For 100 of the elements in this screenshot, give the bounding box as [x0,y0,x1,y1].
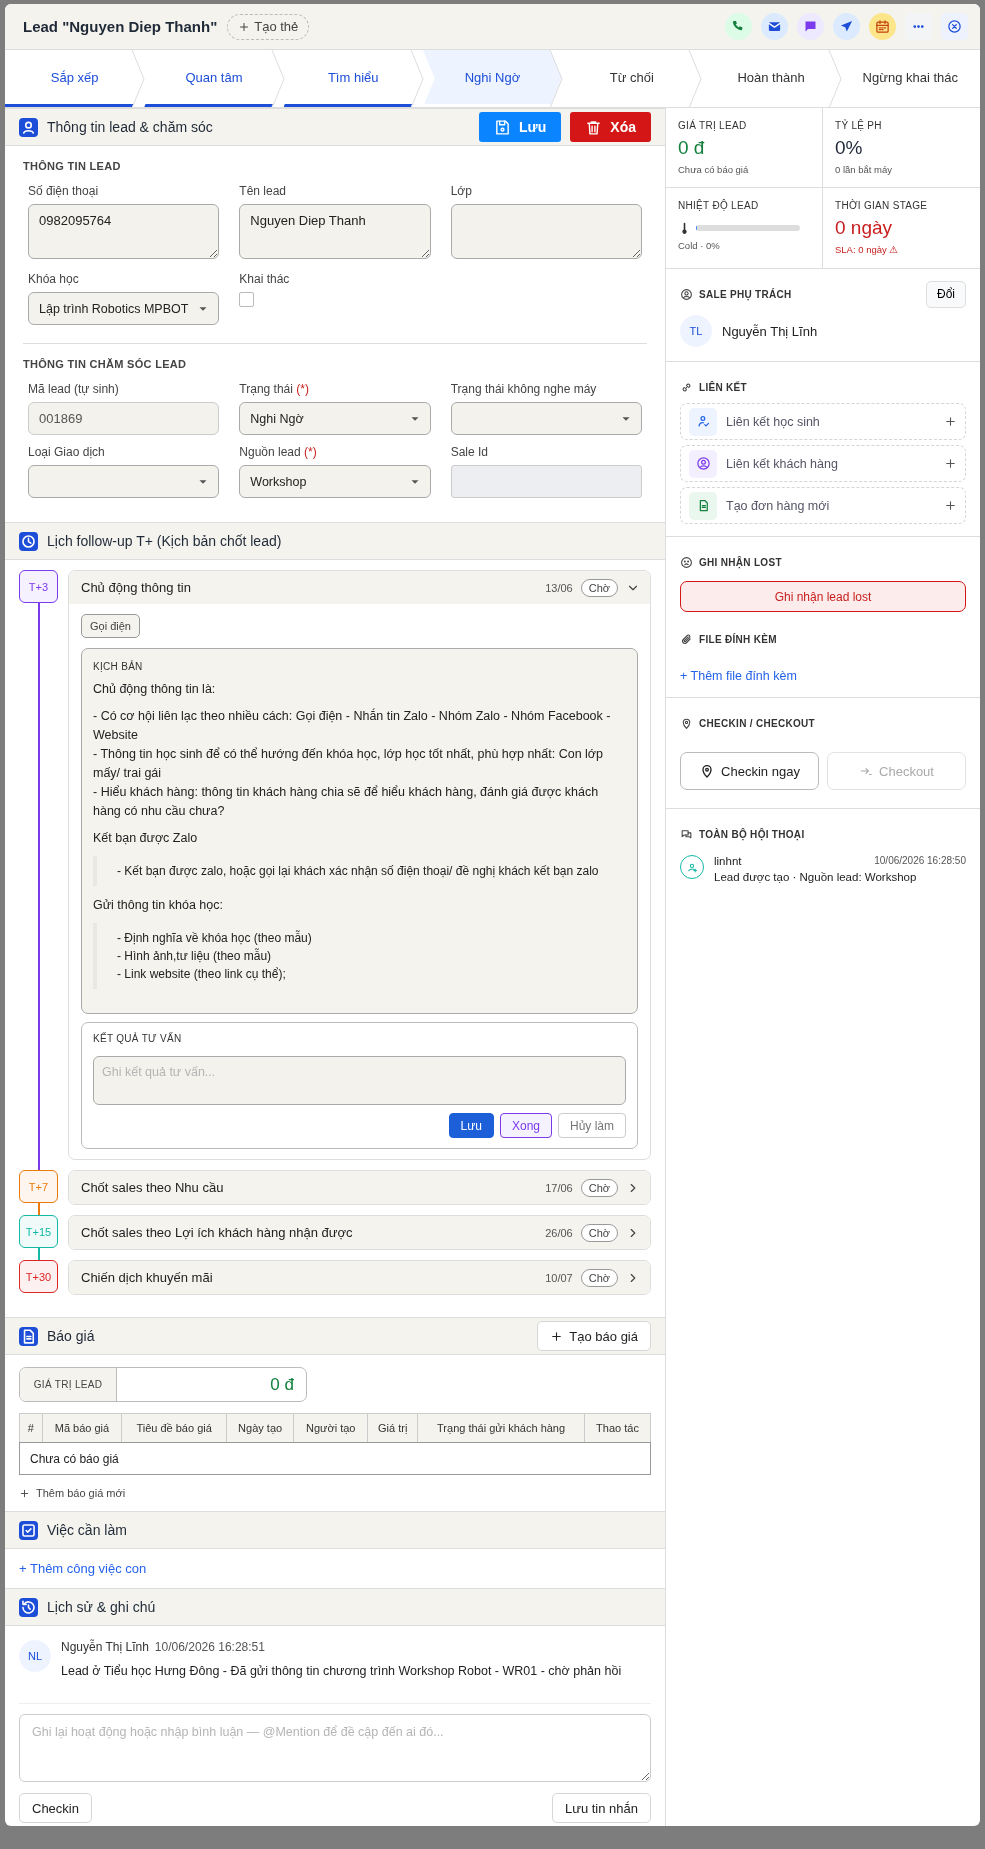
phone-button[interactable] [725,13,752,40]
script-text: Gửi thông tin khóa học: [93,897,224,914]
panel-label: KỊCH BẢN [93,661,144,672]
mail-button[interactable] [761,13,788,40]
field-label: Trạng thái không nghe máy [450,382,598,396]
empty-message: Chưa có báo giá [19,1442,651,1475]
section-heading: GHI NHẬN LOST [699,556,782,568]
stat-note: SLA: 0 ngày ⚠ [835,244,900,255]
history-icon [19,1597,38,1617]
section-title: Việc cần làm [47,1522,127,1538]
calendar-button[interactable] [869,13,896,40]
document-icon [19,1326,38,1346]
link-item[interactable]: Liên kết học sinh [680,403,966,440]
step-title: Chốt sales theo Nhu cầu [81,1180,225,1195]
select-field[interactable]: Lập trình Robotics MPBOT [28,292,220,325]
step-date: 13/06 [545,581,573,594]
comment-field[interactable]: Ghi lại hoạt động hoặc nhập bình luận — @Mention để đề cập đến ai đó... [19,1714,651,1782]
stat-label: GIÁ TRỊ LEAD [678,120,748,131]
stage-tab[interactable]: Nghi Ngờ [422,50,563,107]
cancel-button[interactable]: Hủy làm [558,1113,626,1138]
save-button[interactable]: Lưu [479,112,562,142]
timeline-line [37,1248,40,1260]
stat-label: THỜI GIAN STAGE [835,200,929,211]
location-pin-icon [680,716,693,730]
status-badge: Chờ [580,1223,618,1242]
stat-note: 0 lần bắt máy [835,164,894,175]
script-text: Kết bạn được Zalo [93,830,199,847]
save-button[interactable]: Lưu [448,1113,494,1138]
step-header[interactable]: Chủ động thông tin 13/06 Chờ [69,571,650,604]
result-field[interactable]: Ghi kết quả tư vấn... [93,1056,626,1105]
status-badge: Chờ [580,1268,618,1287]
step-badge: T+3 [19,570,58,603]
save-message-button[interactable]: Lưu tin nhắn [551,1793,651,1823]
select-field[interactable]: Nghi Ngờ [239,402,431,435]
add-file-link[interactable]: + Thêm file đính kèm [680,669,797,683]
chat-bubbles-icon [680,827,693,841]
step-badge: T+15 [19,1215,58,1248]
select-field[interactable] [450,402,642,435]
field-label: Khóa học [28,272,80,286]
dialog-title: Lead "Nguyen Diep Thanh" [23,18,218,35]
chat-button[interactable] [797,13,824,40]
checkin-button[interactable]: Checkin [19,1793,92,1823]
select-field[interactable] [28,465,220,498]
checkin-button[interactable]: Checkin ngay [680,752,819,790]
readonly-field: 001869 [28,402,220,435]
link-item[interactable]: Tạo đơn hàng mới [680,487,966,524]
section-title: Lịch follow-up T+ (Kịch bản chốt lead) [47,533,282,549]
select-field[interactable]: Workshop [239,465,431,498]
script-text: - Hiểu khách hàng: thông tin khách hàng chia sẽ để hiểu khách hàng, đánh giá được khách hàng có nhu cầu chưa? [93,784,600,820]
plus-icon [944,457,957,470]
section-title: Báo giá [47,1328,95,1344]
column-header: Thao tác [584,1413,651,1443]
stat-value: 0 ngày [835,217,894,239]
step-header[interactable]: Chiến dịch khuyến mãi 10/07 Chờ [69,1261,650,1294]
user-circle-icon [680,287,693,301]
status-badge: Chờ [580,1178,618,1197]
sale-name: Nguyễn Thị Lĩnh [722,323,818,339]
record-lost-button[interactable]: Ghi nhận lead lost [680,581,966,612]
add-subtask-link[interactable]: + Thêm công việc con [19,1561,147,1576]
plus-icon [550,1329,564,1343]
section-title: Thông tin lead & chăm sóc [47,119,213,135]
avatar: TL [680,315,712,347]
checkbox[interactable] [239,292,255,307]
field-label: Trạng thái (*) [239,382,310,396]
stat-value: 0% [835,137,864,159]
timeline-line [37,1203,40,1215]
close-button[interactable] [941,13,968,40]
text-area-field[interactable]: 0982095764 [28,204,220,259]
step-date: 10/07 [545,1271,573,1284]
author-name: Nguyễn Thị Lĩnh [61,1640,149,1654]
timestamp: 10/06/2026 16:28:51 [154,1640,265,1654]
delete-button[interactable]: Xóa [570,112,651,142]
save-icon [494,118,512,136]
field-label: Nguồn lead (*) [239,445,318,459]
add-quote-link[interactable]: Thêm báo giá mới [19,1487,126,1499]
create-quote-button[interactable]: Tạo báo giá [537,1321,651,1351]
field-label: Số điện thoại [28,184,100,198]
channel-tag: Gọi điện [81,614,140,638]
more-button[interactable] [905,13,932,40]
step-badge: T+30 [19,1260,58,1293]
close-icon [947,19,962,34]
change-button[interactable]: Đổi [926,280,966,308]
plus-icon [944,415,957,428]
quote-text: - Kết bạn được zalo, hoặc gọi lại khách xác nhận số điện thoại/ đề nghị khách kết bạn zalo [117,863,600,880]
field-label: Mã lead (tự sinh) [28,382,120,396]
script-text: - Thông tin học sinh để có thể hướng đến khóa học, lớp học tốt nhất, phù hợp nhất: Con lớp mấy/ trai gái [93,746,604,782]
text-area-field[interactable]: Nguyen Diep Thanh [239,204,431,259]
section-title: Lịch sử & ghi chú [47,1599,156,1615]
step-title: Chủ động thông tin [81,580,192,595]
step-header[interactable]: Chốt sales theo Lợi ích khách hàng nhận được 26/06 Chờ [69,1216,650,1249]
step-header[interactable]: Chốt sales theo Nhu cầu 17/06 Chờ [69,1171,650,1204]
field-label: Sale Id [450,445,489,459]
plus-icon [238,20,251,33]
field-label: Loại Giao dịch [28,445,106,459]
done-button[interactable]: Xong [499,1113,552,1138]
text-area-field[interactable] [450,204,642,259]
link-item[interactable]: Liên kết khách hàng [680,445,966,482]
send-button[interactable] [833,13,860,40]
plus-icon [19,1487,30,1499]
clock-icon [19,531,38,551]
